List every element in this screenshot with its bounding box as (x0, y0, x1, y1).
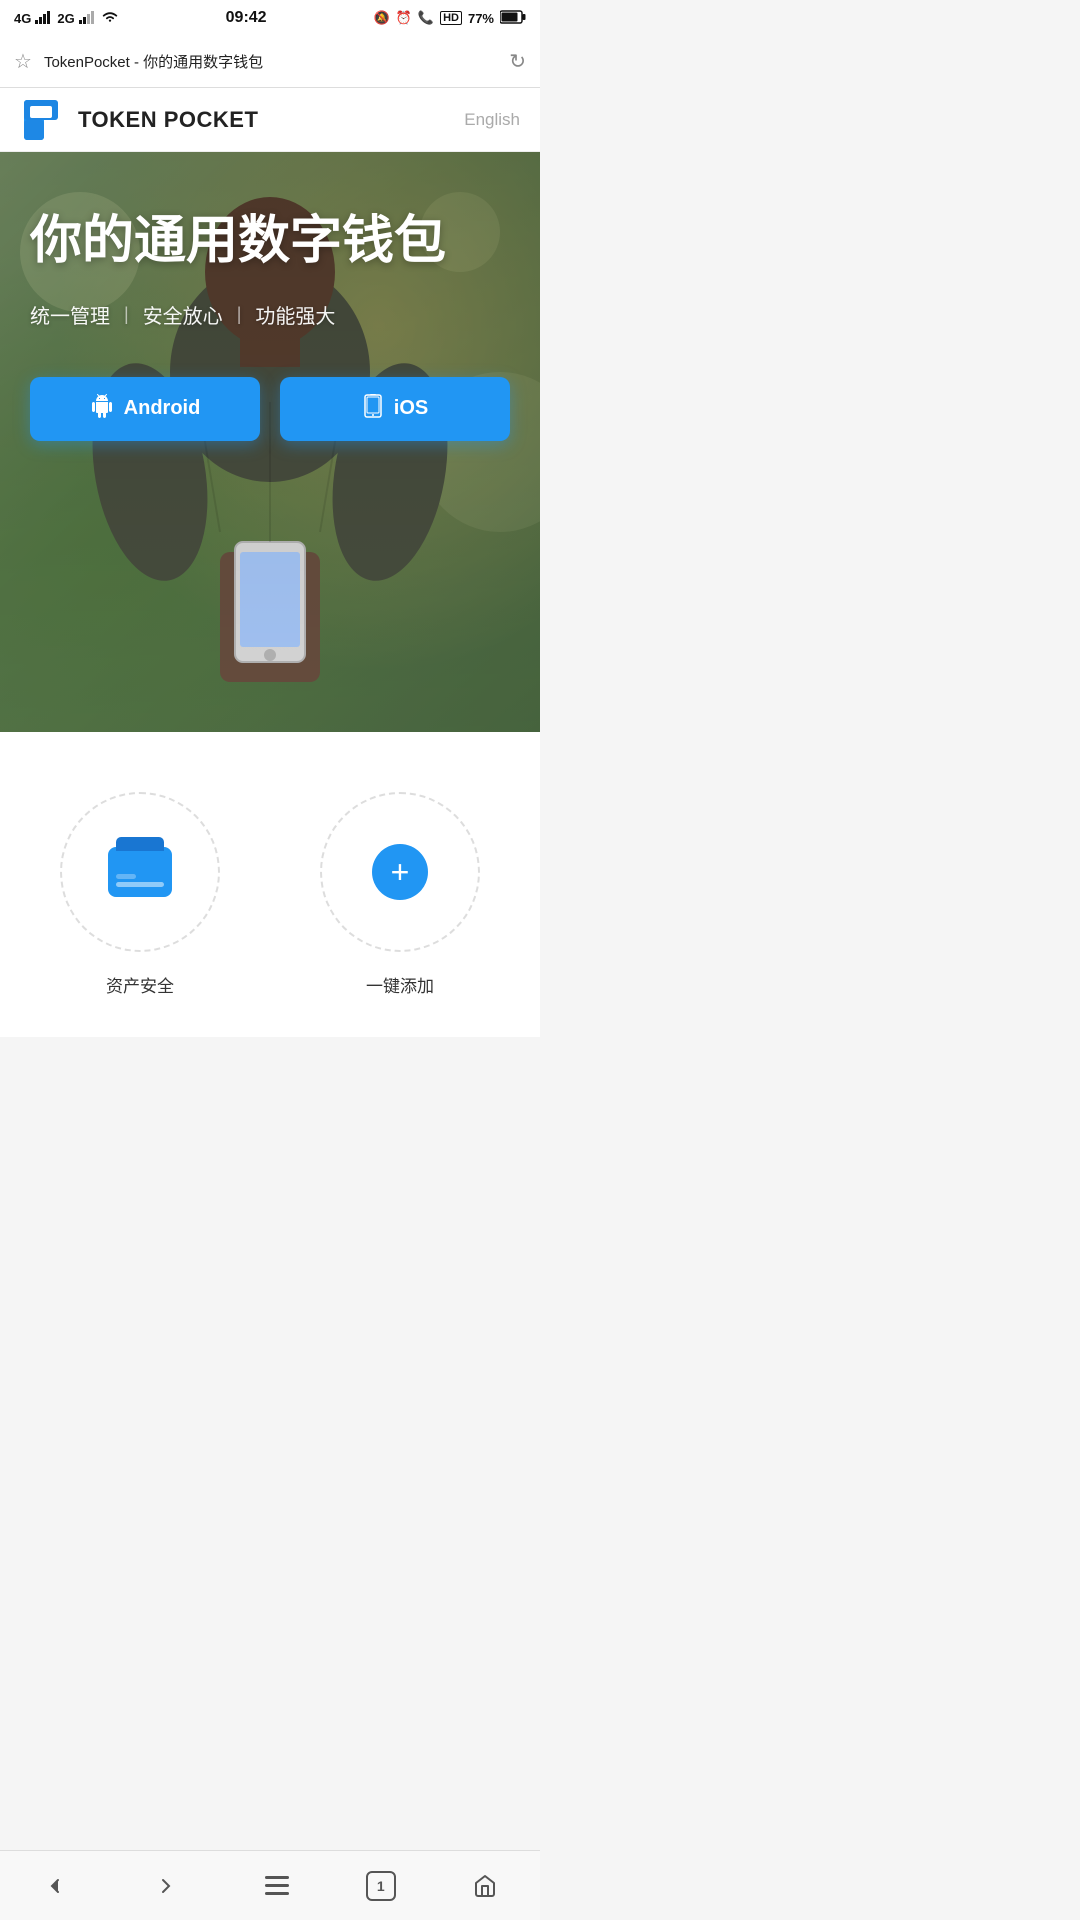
logo-text: TOKEN POCKET (78, 107, 258, 133)
android-label: Android (124, 397, 201, 420)
navbar: TOKEN POCKET English (0, 88, 540, 152)
signal-bars-1 (35, 10, 53, 27)
alarm-icon: ⏰ (396, 10, 412, 26)
network-4g: 4G (14, 11, 31, 26)
hero-section: 你的通用数字钱包 统一管理 | 安全放心 | 功能强大 Android (0, 152, 540, 732)
hero-content: 你的通用数字钱包 统一管理 | 安全放心 | 功能强大 Android (0, 152, 540, 481)
bookmark-icon[interactable]: ☆ (14, 49, 32, 74)
hd-badge: HD (440, 11, 462, 25)
signal-bars-2 (79, 10, 97, 27)
feature-card-1: 资产安全 (20, 772, 260, 1017)
logo[interactable]: TOKEN POCKET (20, 96, 258, 144)
call-icon: 📞 (418, 10, 434, 26)
feature-label-2: 一键添加 (366, 972, 434, 997)
hero-subtitle: 统一管理 | 安全放心 | 功能强大 (30, 300, 510, 329)
bell-icon: 🔕 (374, 10, 390, 26)
tab-count-button[interactable]: 1 (366, 1871, 396, 1901)
features-section: 资产安全 + 一键添加 (0, 732, 540, 1037)
android-icon (90, 394, 114, 424)
status-time: 09:42 (226, 9, 267, 27)
feature-text-3: 功能强大 (255, 300, 335, 329)
feature-text-2: 安全放心 (143, 300, 223, 329)
feature-text-1: 统一管理 (30, 300, 110, 329)
feature-circle-1 (60, 792, 220, 952)
logo-icon (20, 96, 68, 144)
home-button[interactable] (463, 1864, 507, 1908)
forward-button[interactable] (144, 1864, 188, 1908)
feature-card-2: + 一键添加 (280, 772, 520, 1017)
wallet-icon (108, 847, 172, 897)
back-button[interactable] (33, 1864, 77, 1908)
download-buttons: Android iOS (30, 377, 510, 441)
status-bar: 4G 2G 09:42 � (0, 0, 540, 36)
divider-1: | (124, 304, 129, 325)
reload-icon[interactable]: ↻ (509, 49, 526, 74)
network-2g: 2G (57, 11, 74, 26)
hero-title: 你的通用数字钱包 (30, 212, 510, 272)
menu-button[interactable] (255, 1864, 299, 1908)
ios-label: iOS (394, 397, 428, 420)
address-bar[interactable]: ☆ TokenPocket - 你的通用数字钱包 ↻ (0, 36, 540, 88)
browser-nav: 1 (0, 1850, 540, 1920)
plus-icon: + (372, 844, 428, 900)
wifi-icon (101, 10, 119, 27)
battery-icon (500, 10, 526, 27)
feature-circle-2: + (320, 792, 480, 952)
url-text: TokenPocket - 你的通用数字钱包 (44, 51, 497, 72)
feature-label-1: 资产安全 (106, 972, 174, 997)
ios-icon (362, 394, 384, 424)
language-button[interactable]: English (464, 110, 520, 130)
status-icons: 🔕 ⏰ 📞 HD 77% (374, 10, 526, 27)
battery-text: 77% (468, 11, 494, 26)
status-network: 4G 2G (14, 10, 119, 27)
divider-2: | (237, 304, 242, 325)
android-button[interactable]: Android (30, 377, 260, 441)
features-grid: 资产安全 + 一键添加 (20, 772, 520, 1017)
ios-button[interactable]: iOS (280, 377, 510, 441)
